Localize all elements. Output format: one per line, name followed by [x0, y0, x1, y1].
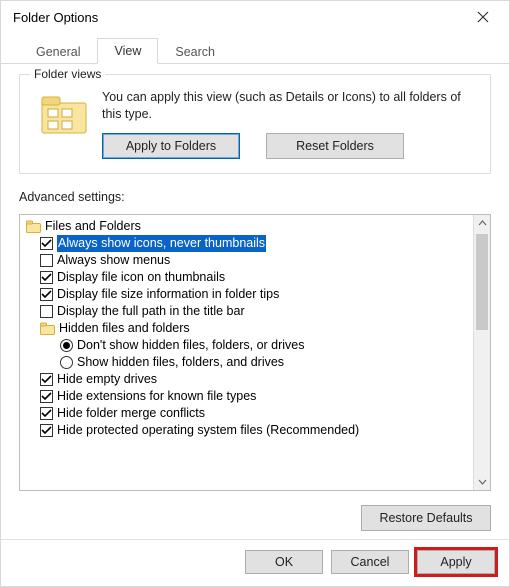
folder-small-icon [40, 322, 55, 335]
folder-views-buttons: Apply to Folders Reset Folders [102, 133, 476, 159]
item-hide-empty-label: Hide empty drives [57, 371, 157, 388]
tab-view[interactable]: View [97, 38, 158, 64]
item-file-icon-thumb[interactable]: Display file icon on thumbnails [40, 269, 471, 286]
item-hide-protected[interactable]: Hide protected operating system files (R… [40, 422, 471, 439]
item-file-size-tips[interactable]: Display file size information in folder … [40, 286, 471, 303]
folder-views-right: You can apply this view (such as Details… [102, 89, 476, 159]
restore-defaults-button[interactable]: Restore Defaults [361, 505, 491, 531]
item-show-hidden-label: Show hidden files, folders, and drives [77, 354, 284, 371]
tab-general[interactable]: General [19, 39, 97, 64]
reset-folders-button[interactable]: Reset Folders [266, 133, 404, 159]
folder-options-window: Folder Options General View Search Folde… [0, 0, 510, 587]
folder-views-legend: Folder views [30, 67, 105, 81]
close-icon [477, 11, 489, 23]
tree-root-label: Files and Folders [45, 218, 141, 235]
checkbox-icon [40, 305, 53, 318]
apply-button[interactable]: Apply [417, 550, 495, 574]
tab-search[interactable]: Search [158, 39, 232, 64]
checkbox-icon [40, 237, 53, 250]
checkbox-icon [40, 254, 53, 267]
item-hide-ext-label: Hide extensions for known file types [57, 388, 256, 405]
folder-views-text: You can apply this view (such as Details… [102, 89, 476, 123]
close-button[interactable] [463, 3, 503, 31]
advanced-settings-list: Files and Folders Always show icons, nev… [19, 214, 491, 491]
item-hide-protected-label: Hide protected operating system files (R… [57, 422, 359, 439]
radio-icon [60, 356, 73, 369]
apply-to-folders-button[interactable]: Apply to Folders [102, 133, 240, 159]
item-file-icon-thumb-label: Display file icon on thumbnails [57, 269, 225, 286]
folder-small-icon [26, 220, 41, 233]
scrollbar[interactable] [473, 215, 490, 490]
item-always-icons[interactable]: Always show icons, never thumbnails [40, 235, 471, 252]
cancel-button[interactable]: Cancel [331, 550, 409, 574]
scroll-track[interactable] [474, 232, 490, 473]
item-full-path-title-label: Display the full path in the title bar [57, 303, 245, 320]
item-hide-merge[interactable]: Hide folder merge conflicts [40, 405, 471, 422]
tab-strip: General View Search [1, 33, 509, 64]
titlebar: Folder Options [1, 1, 509, 33]
item-always-icons-label: Always show icons, never thumbnails [57, 235, 266, 252]
scroll-thumb[interactable] [476, 234, 488, 330]
checkbox-icon [40, 271, 53, 284]
folder-icon [40, 93, 88, 135]
dialog-footer: OK Cancel Apply [1, 539, 509, 586]
checkbox-icon [40, 373, 53, 386]
item-dont-show-hidden[interactable]: Don't show hidden files, folders, or dri… [60, 337, 471, 354]
item-hide-ext[interactable]: Hide extensions for known file types [40, 388, 471, 405]
advanced-settings-label: Advanced settings: [19, 190, 491, 204]
item-full-path-title[interactable]: Display the full path in the title bar [40, 303, 471, 320]
scroll-down-icon[interactable] [474, 473, 490, 490]
checkbox-icon [40, 390, 53, 403]
window-title: Folder Options [13, 10, 98, 25]
checkbox-icon [40, 288, 53, 301]
item-hide-merge-label: Hide folder merge conflicts [57, 405, 205, 422]
item-dont-show-hidden-label: Don't show hidden files, folders, or dri… [77, 337, 305, 354]
tree-root-files-folders: Files and Folders [26, 218, 471, 235]
scroll-up-icon[interactable] [474, 215, 490, 232]
restore-row: Restore Defaults [19, 501, 491, 531]
item-hidden-group: Hidden files and folders [40, 320, 471, 337]
item-hidden-group-label: Hidden files and folders [59, 320, 190, 337]
folder-views-group: Folder views You can apply this view (su… [19, 74, 491, 174]
item-always-menus[interactable]: Always show menus [40, 252, 471, 269]
radio-icon [60, 339, 73, 352]
item-hide-empty[interactable]: Hide empty drives [40, 371, 471, 388]
advanced-settings-tree: Files and Folders Always show icons, nev… [20, 215, 473, 490]
item-file-size-tips-label: Display file size information in folder … [57, 286, 279, 303]
item-always-menus-label: Always show menus [57, 252, 170, 269]
ok-button[interactable]: OK [245, 550, 323, 574]
tab-content: Folder views You can apply this view (su… [1, 64, 509, 539]
item-show-hidden[interactable]: Show hidden files, folders, and drives [60, 354, 471, 371]
checkbox-icon [40, 407, 53, 420]
checkbox-icon [40, 424, 53, 437]
